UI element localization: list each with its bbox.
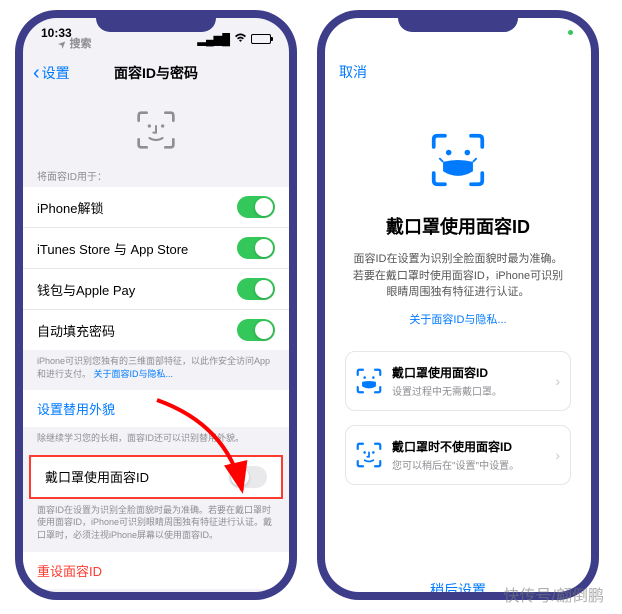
status-time: 10:33 — [41, 27, 110, 39]
battery-icon — [251, 34, 271, 44]
screen-right: 取消 戴口罩使用面容ID 面容ID在设置为识别全脸面貌时最为准确。若要在戴口罩时… — [325, 18, 591, 592]
signal-icon: ▂▄▆█ — [197, 33, 230, 46]
faceid-mask-hero-icon — [430, 132, 486, 193]
row-label: iPhone解锁 — [37, 198, 103, 217]
row-itunes[interactable]: iTunes Store 与 App Store — [23, 228, 289, 269]
option-no-mask[interactable]: 戴口罩时不使用面容ID 您可以稍后在"设置"中设置。 › — [345, 425, 571, 485]
p2-description: 面容ID在设置为识别全脸面貌时最为准确。若要在戴口罩时使用面容ID，iPhone… — [345, 251, 571, 301]
chevron-right-icon: › — [555, 447, 560, 463]
watermark-text: 快传号/翩倒鹏 — [504, 582, 604, 606]
footnote-alt: 除继续学习您的长相，面容ID还可以识别替用外貌。 — [23, 427, 289, 455]
row-label: 自动填充密码 — [37, 321, 115, 340]
cancel-button[interactable]: 取消 — [325, 52, 591, 92]
p2-content: 戴口罩使用面容ID 面容ID在设置为识别全脸面貌时最为准确。若要在戴口罩时使用面… — [325, 92, 591, 566]
row-mask-faceid[interactable]: 戴口罩使用面容ID — [31, 457, 281, 497]
option-title: 戴口罩时不使用面容ID — [392, 438, 545, 455]
faceid-mask-icon — [356, 368, 382, 394]
row-alt-appearance[interactable]: 设置替用外貌 — [23, 390, 289, 427]
nav-header: ‹ 设置 面容ID与密码 — [23, 54, 289, 92]
row-label: iTunes Store 与 App Store — [37, 239, 188, 258]
chevron-left-icon: ‹ — [33, 63, 40, 83]
phone-left: 10:33 ➤ 搜索 ▂▄▆█ ‹ 设置 面容ID与密码 — [15, 10, 297, 600]
notch — [96, 10, 216, 32]
row-label: 钱包与Apple Pay — [37, 280, 135, 299]
row-reset-faceid[interactable]: 重设面容ID — [23, 552, 289, 589]
screen-left: 10:33 ➤ 搜索 ▂▄▆█ ‹ 设置 面容ID与密码 — [23, 18, 289, 592]
row-wallet[interactable]: 钱包与Apple Pay — [23, 269, 289, 310]
toggle-itunes[interactable] — [237, 237, 275, 259]
faceid-icon — [356, 442, 382, 468]
toggle-mask[interactable] — [229, 466, 267, 488]
p2-title: 戴口罩使用面容ID — [345, 213, 571, 239]
phone-right: 取消 戴口罩使用面容ID 面容ID在设置为识别全脸面貌时最为准确。若要在戴口罩时… — [317, 10, 599, 600]
use-for-group: iPhone解锁 iTunes Store 与 App Store 钱包与App… — [23, 187, 289, 350]
section-label-use-for: 将面容ID用于： — [23, 164, 289, 187]
option-title: 戴口罩使用面容ID — [392, 364, 545, 381]
privacy-link[interactable]: 关于面容ID与隐私... — [94, 369, 174, 379]
footnote-mask: 面容ID在设置为识别全脸面貌时最为准确。若要在戴口罩时使用面容ID，iPhone… — [23, 499, 289, 552]
faceid-icon — [136, 110, 176, 150]
footnote-access: iPhone可识别您独有的三维面部特征，以此作安全访问App和进行支付。 关于面… — [23, 350, 289, 390]
content-area: 将面容ID用于： iPhone解锁 iTunes Store 与 App Sto… — [23, 92, 289, 592]
status-icons: ▂▄▆█ — [197, 33, 271, 46]
option-subtitle: 您可以稍后在"设置"中设置。 — [392, 457, 545, 472]
back-label: 设置 — [42, 63, 70, 83]
row-label: 设置替用外貌 — [37, 399, 115, 418]
page-title: 面容ID与密码 — [114, 63, 198, 83]
chevron-right-icon: › — [555, 373, 560, 389]
camera-indicator-icon — [568, 30, 573, 35]
notch — [398, 10, 518, 32]
row-label: 重设面容ID — [37, 561, 102, 580]
back-button[interactable]: ‹ 设置 — [33, 63, 70, 83]
row-unlock[interactable]: iPhone解锁 — [23, 187, 289, 228]
toggle-wallet[interactable] — [237, 278, 275, 300]
reset-group: 重设面容ID — [23, 552, 289, 589]
toggle-autofill[interactable] — [237, 319, 275, 341]
row-autofill[interactable]: 自动填充密码 — [23, 310, 289, 350]
toggle-unlock[interactable] — [237, 196, 275, 218]
highlight-box: 戴口罩使用面容ID — [29, 455, 283, 499]
p2-privacy-link[interactable]: 关于面容ID与隐私... — [345, 311, 571, 327]
option-use-mask[interactable]: 戴口罩使用面容ID 设置过程中无需戴口罩。 › — [345, 351, 571, 411]
option-text: 戴口罩使用面容ID 设置过程中无需戴口罩。 — [392, 364, 545, 398]
alt-appearance-group: 设置替用外貌 — [23, 390, 289, 427]
option-subtitle: 设置过程中无需戴口罩。 — [392, 383, 545, 398]
row-label: 戴口罩使用面容ID — [45, 467, 149, 486]
option-text: 戴口罩时不使用面容ID 您可以稍后在"设置"中设置。 — [392, 438, 545, 472]
search-hint: ➤ 搜索 — [41, 39, 110, 52]
wifi-icon — [234, 33, 247, 46]
faceid-hero — [23, 92, 289, 164]
location-arrow-icon: ➤ — [57, 38, 69, 50]
